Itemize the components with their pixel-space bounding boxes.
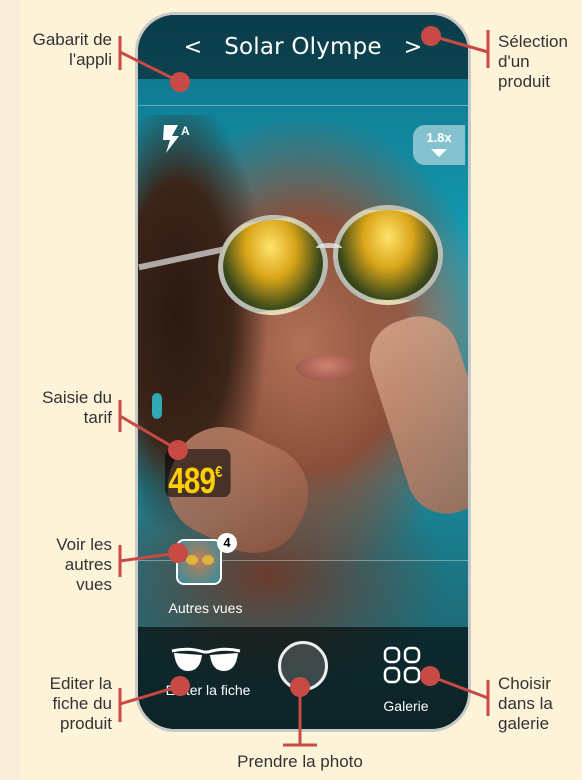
sunglasses-icon[interactable] [170,645,242,675]
product-title[interactable]: Solar Olympe [224,34,382,60]
left-margin-strip [0,0,20,780]
thumb-lens-left [186,555,198,565]
annotation-galerie: Choisir dans la galerie [498,674,553,733]
callout-dot-selection [421,26,441,46]
callout-dot-gabarit [170,72,190,92]
guide-line-top [138,105,468,106]
price-value: 489 [168,460,216,501]
annotation-photo: Prendre la photo [237,752,363,771]
preview-lips [296,355,358,381]
zoom-label: 1.8x [426,130,452,145]
zoom-control[interactable]: 1.8x [413,125,465,165]
preview-earring [152,393,162,419]
annotation-tarif: Saisie du tarif [42,388,112,427]
other-views-label: Autres vues [168,600,243,616]
price-currency: € [215,464,222,481]
annotation-vues: Voir les autres vues [56,535,112,594]
callout-dot-vues [168,543,188,563]
annotation-gabarit: Gabarit de l'appli [32,30,112,69]
gallery-icon[interactable] [382,645,422,685]
annotation-selection: Sélection d'un produit [498,32,568,91]
phone-frame: < Solar Olympe > A 1.8x 489€ 4 Autres vu… [135,12,471,732]
callout-dot-editer [170,676,190,696]
views-count-badge: 4 [217,533,237,553]
thumb-lens-right [202,555,214,565]
callout-dot-galerie [420,666,440,686]
glasses-lens-right [333,205,443,305]
flash-badge: A [181,124,190,138]
chevron-left-icon[interactable]: < [184,35,202,60]
glasses-bridge [316,243,342,253]
gallery-label[interactable]: Galerie [366,698,446,714]
flash-auto-icon[interactable]: A [160,121,194,155]
callout-dot-photo [290,677,310,697]
chevron-right-icon[interactable]: > [404,35,422,60]
annotation-editer: Editer la fiche du produit [49,674,112,733]
app-header: < Solar Olympe > [138,15,468,79]
callout-dot-tarif [168,440,188,460]
chevron-down-icon [431,149,447,157]
